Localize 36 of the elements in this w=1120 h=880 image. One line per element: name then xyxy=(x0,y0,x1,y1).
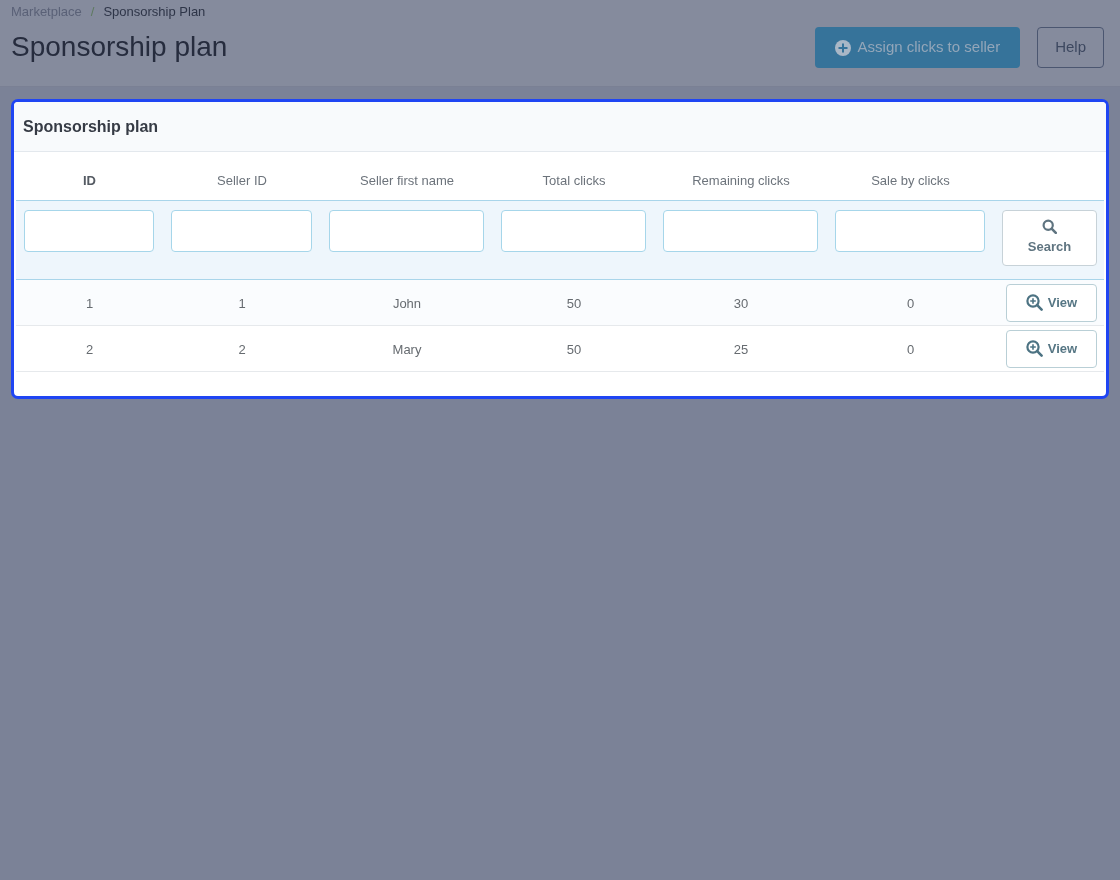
table-cell: 1 xyxy=(85,295,94,311)
column-header[interactable]: ID xyxy=(83,173,96,188)
column-header[interactable]: Sale by clicks xyxy=(871,173,950,188)
table-cell: 0 xyxy=(906,341,915,357)
table-cell: 2 xyxy=(238,341,246,357)
column-header[interactable]: Total clicks xyxy=(542,173,606,188)
table-cell: 50 xyxy=(566,341,582,357)
column-header[interactable]: Seller first name xyxy=(360,173,454,188)
column-header[interactable]: Remaining clicks xyxy=(692,173,790,188)
zoom-in-icon xyxy=(1025,340,1043,357)
search-icon xyxy=(1042,219,1057,235)
view-button[interactable]: View xyxy=(1006,283,1097,322)
filter-input[interactable] xyxy=(663,210,818,252)
table-cell: 50 xyxy=(566,295,582,311)
page-title: Sponsorship plan xyxy=(11,30,228,64)
filter-input[interactable] xyxy=(501,210,646,252)
filter-input[interactable] xyxy=(24,210,154,252)
panel-title: Sponsorship plan xyxy=(23,116,159,137)
help-button[interactable]: Help xyxy=(1037,27,1104,68)
table-cell: 25 xyxy=(733,341,749,357)
table-cell: John xyxy=(392,295,422,311)
zoom-in-icon xyxy=(1025,294,1043,311)
breadcrumb-separator: / xyxy=(90,2,95,21)
filter-input[interactable] xyxy=(835,210,985,252)
search-button[interactable]: Search xyxy=(1002,210,1097,266)
table-cell: 1 xyxy=(238,295,246,311)
filter-input[interactable] xyxy=(329,210,484,252)
plus-circle-icon xyxy=(834,39,851,56)
column-header[interactable]: Seller ID xyxy=(217,173,267,188)
table-cell: 0 xyxy=(906,295,915,311)
table-cell: 2 xyxy=(85,341,94,357)
view-button[interactable]: View xyxy=(1006,329,1097,368)
table-cell: Mary xyxy=(392,341,422,357)
table-cell: 30 xyxy=(733,295,749,311)
filter-input[interactable] xyxy=(171,210,312,252)
breadcrumb-current: Sponsorship Plan xyxy=(103,2,206,21)
